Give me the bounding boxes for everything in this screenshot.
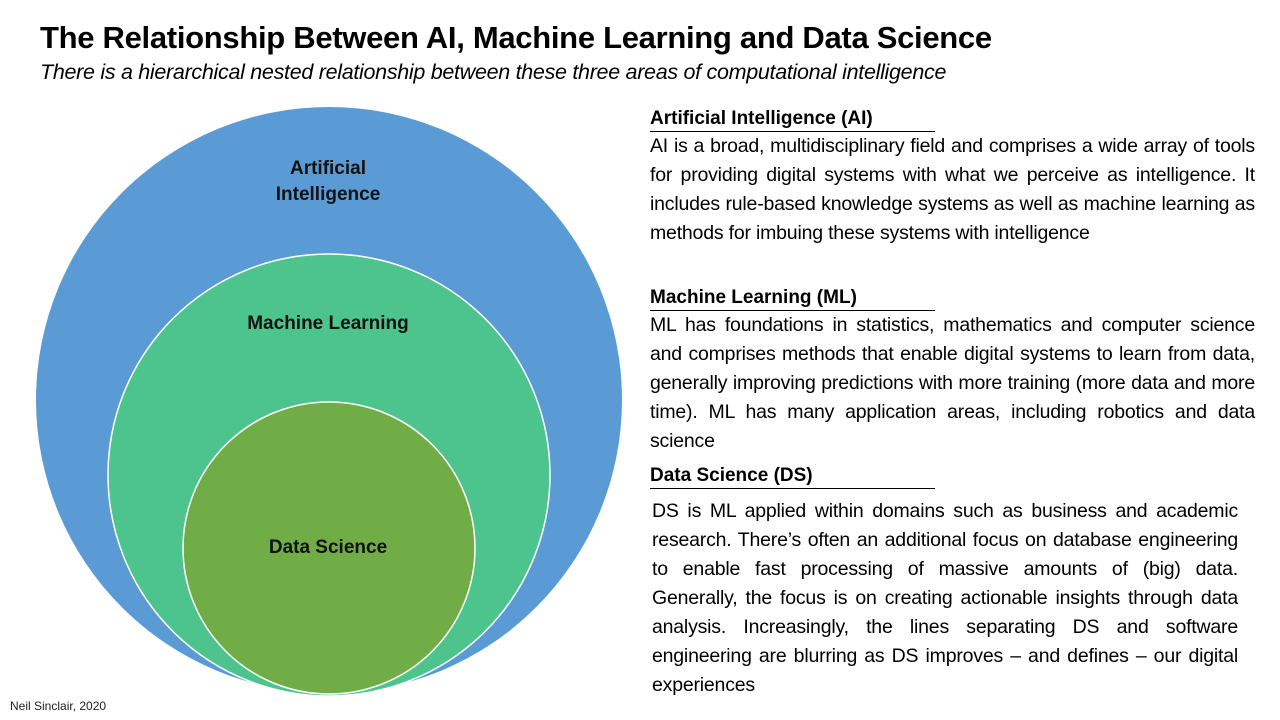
section-body-ds: DS is ML applied within domains such as …	[652, 500, 1238, 696]
section-ai: Artificial Intelligence (AI) AI is a bro…	[650, 107, 1255, 248]
section-heading-ml: Machine Learning (ML)	[650, 286, 935, 311]
section-heading-ai: Artificial Intelligence (AI)	[650, 107, 935, 132]
label-data-science: Data Science	[269, 537, 387, 558]
section-ds: Data Science (DS) DS is ML applied withi…	[650, 464, 1255, 700]
section-ml: Machine Learning (ML) ML has foundations…	[650, 286, 1255, 456]
section-body-ai: AI is a broad, multidisciplinary field a…	[650, 135, 1255, 244]
author-credit: Neil Sinclair, 2020	[10, 699, 107, 713]
section-body-ml: ML has foundations in statistics, mathem…	[650, 314, 1255, 452]
nested-circles-diagram: Artificial Intelligence Machine Learning…	[36, 107, 622, 697]
label-machine-learning: Machine Learning	[247, 313, 409, 334]
label-artificial-intelligence-line1: Artificial	[290, 158, 366, 179]
section-heading-ds: Data Science (DS)	[650, 464, 935, 489]
label-artificial-intelligence-line2: Intelligence	[276, 184, 381, 205]
